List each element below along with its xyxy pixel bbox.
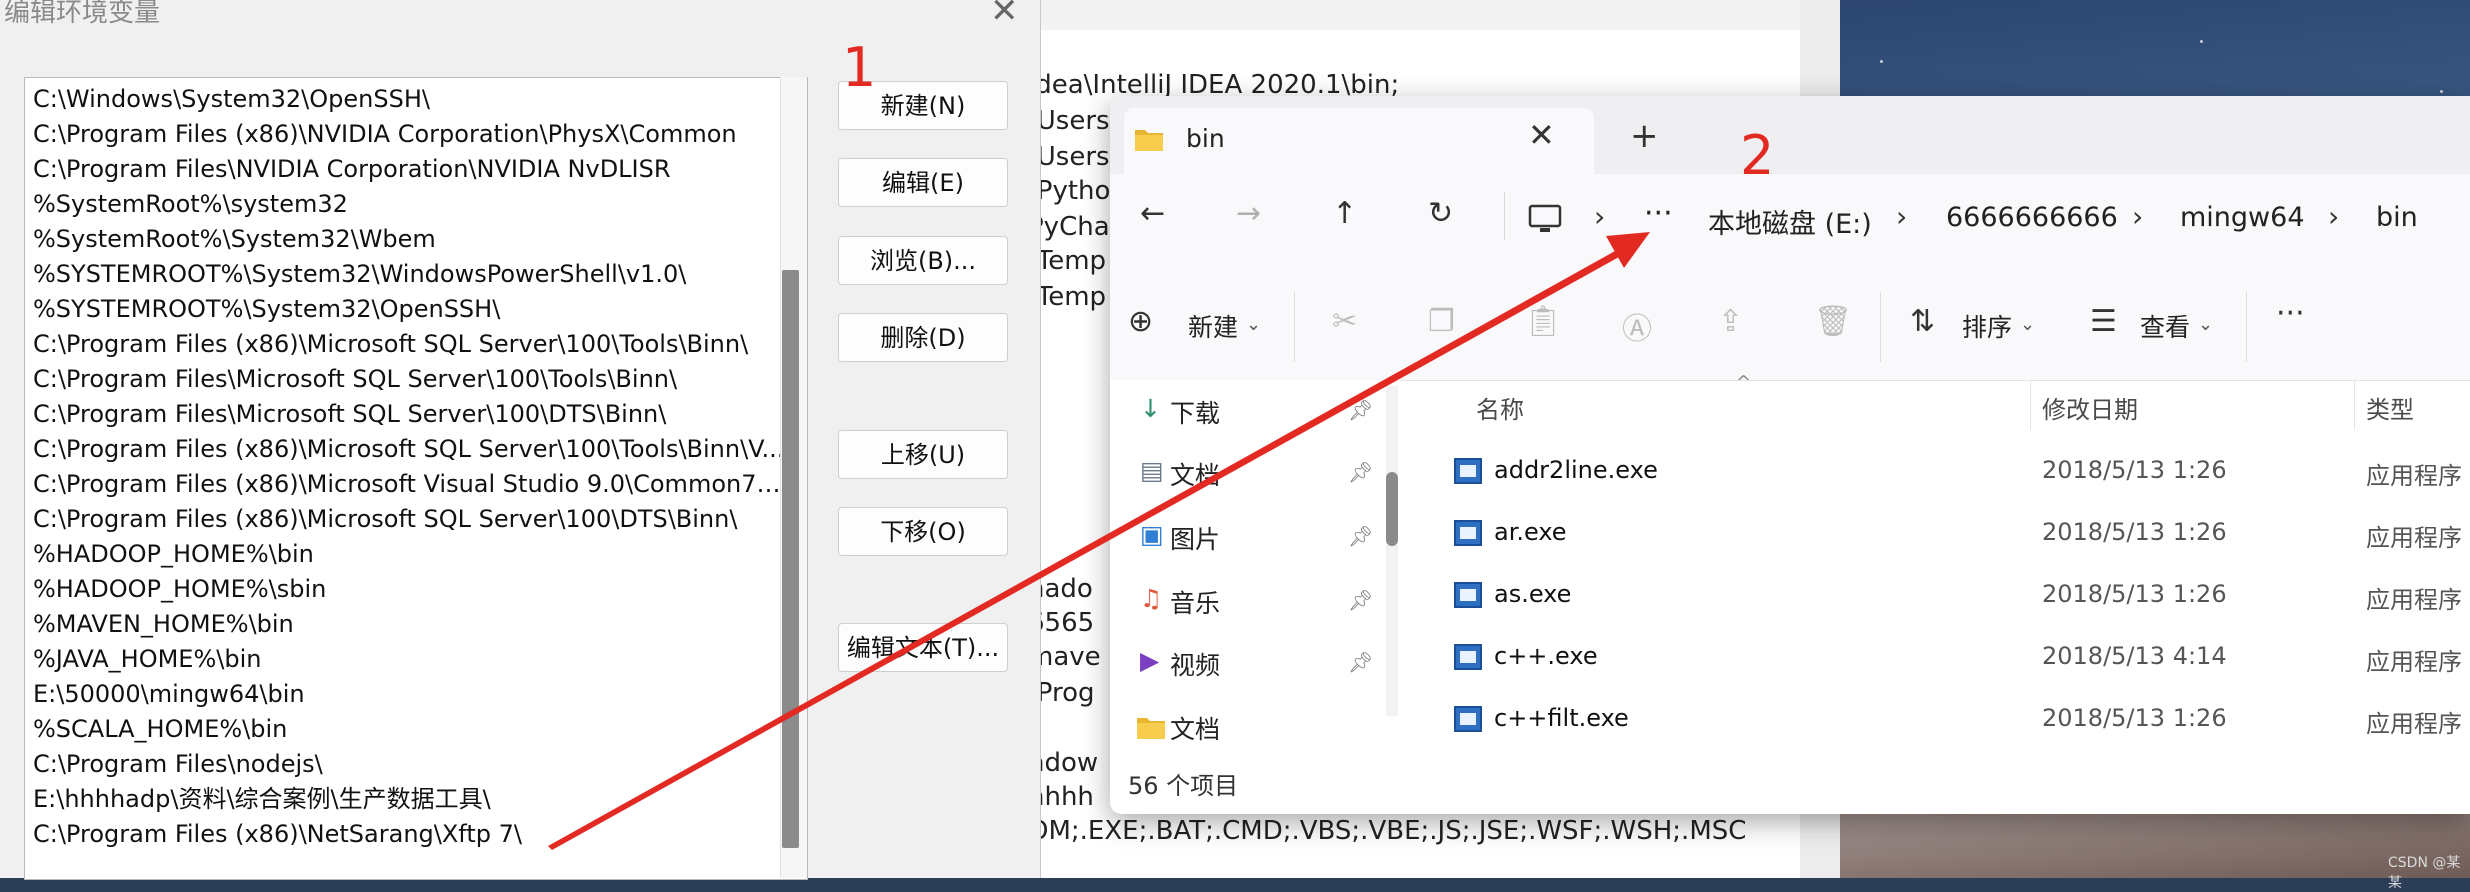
annotation-arrow-shaft (548, 246, 1628, 850)
annotation-arrow-head (1606, 232, 1650, 268)
watermark: CSDN @某某 (2388, 855, 2461, 891)
annotation-arrow (548, 232, 1650, 850)
